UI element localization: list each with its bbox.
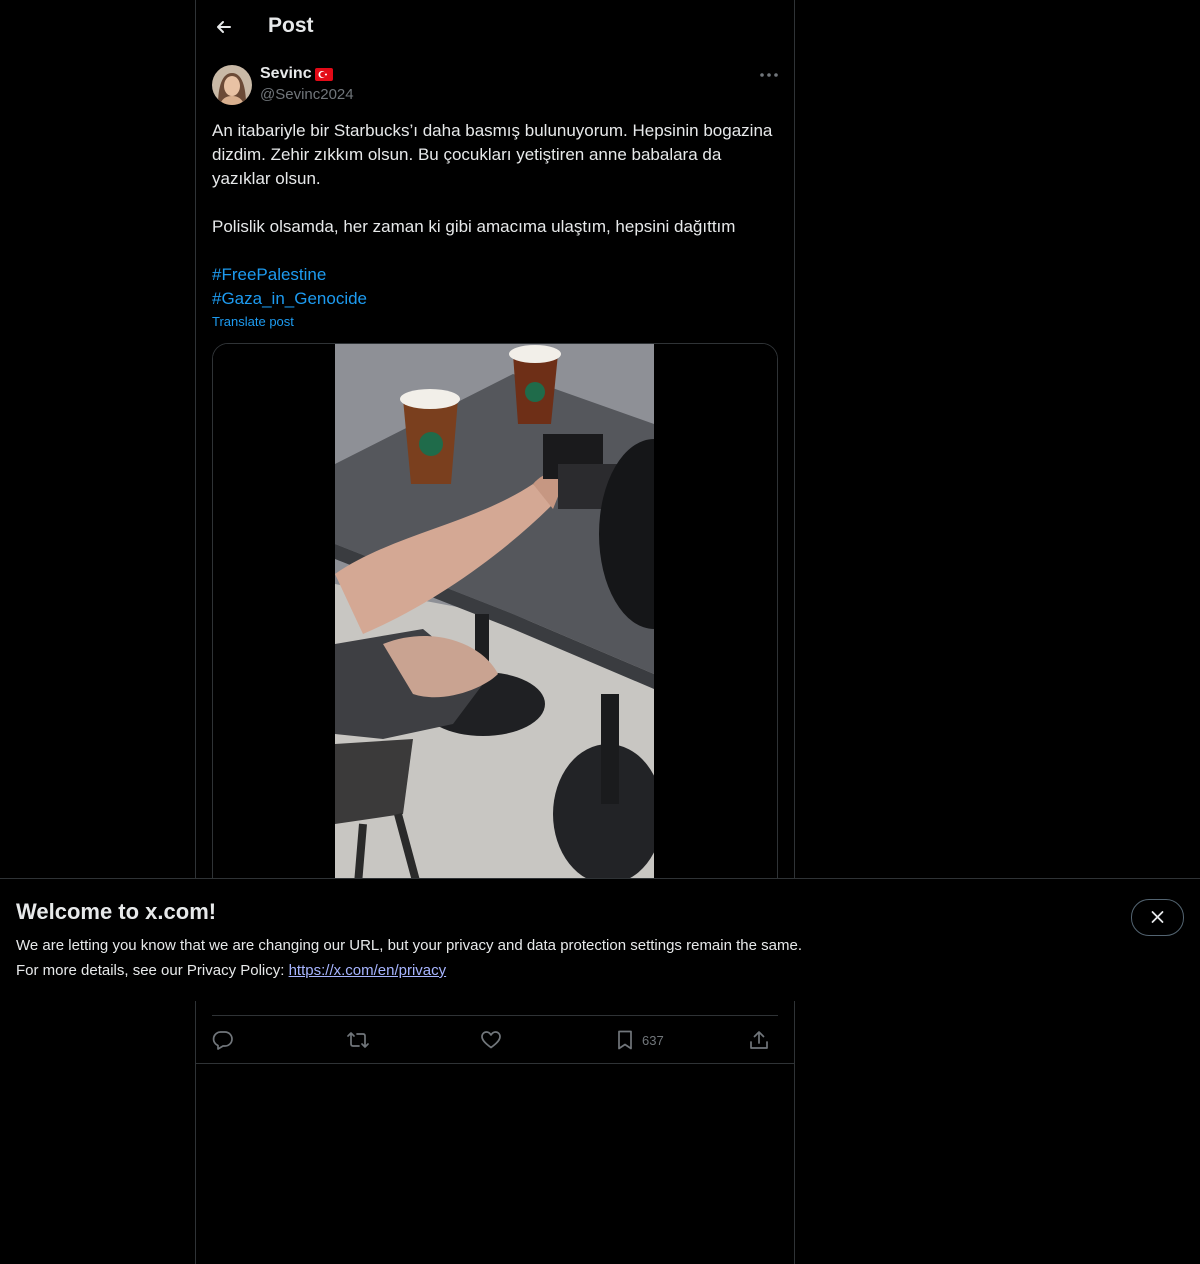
hashtag-link[interactable]: #Gaza_in_Genocide (212, 287, 778, 311)
bookmark-button[interactable]: 637 (614, 1028, 664, 1052)
heart-icon (481, 1031, 501, 1049)
primary-column: Post Sevinc @Sevinc2024 An itabariyle bi… (195, 0, 795, 1264)
banner-text: We are letting you know that we are chan… (16, 933, 802, 983)
avatar-image (212, 65, 252, 105)
reply-button[interactable] (212, 1028, 240, 1052)
like-button[interactable] (480, 1028, 508, 1052)
url-change-banner: Welcome to x.com! We are letting you kno… (0, 878, 1200, 1001)
more-button[interactable] (758, 64, 780, 86)
post-actions: 637 (212, 1015, 778, 1064)
hashtag-link[interactable]: #FreePalestine (212, 263, 778, 287)
author-handle[interactable]: @Sevinc2024 (260, 86, 354, 103)
author-name-text: Sevinc (260, 65, 312, 82)
bookmark-icon (618, 1030, 632, 1050)
repost-icon (347, 1032, 369, 1048)
turkey-flag-icon (314, 67, 333, 81)
close-icon (1151, 911, 1164, 923)
bookmark-count: 637 (642, 1032, 664, 1048)
post-header: Post (196, 0, 794, 54)
divider (196, 1063, 794, 1064)
post-paragraph: Polislik olsamda, her zaman ki gibi amac… (212, 217, 736, 236)
reply-icon (212, 1031, 233, 1050)
author-name[interactable]: Sevinc (260, 65, 333, 83)
close-banner-button[interactable] (1131, 899, 1184, 936)
arrow-left-icon (217, 21, 231, 33)
banner-line: For more details, see our Privacy Policy… (16, 958, 802, 983)
repost-button[interactable] (346, 1028, 376, 1052)
back-button[interactable] (210, 12, 240, 42)
page-title: Post (268, 14, 314, 37)
privacy-policy-link[interactable]: https://x.com/en/privacy (289, 962, 447, 979)
share-icon (750, 1031, 768, 1049)
post-paragraph: An itabariyle bir Starbucks’ı daha basmı… (212, 121, 773, 188)
avatar[interactable] (212, 65, 252, 105)
post-video[interactable] (212, 343, 778, 945)
video-frame (213, 344, 777, 944)
banner-line: We are letting you know that we are chan… (16, 937, 802, 954)
post-text: An itabariyle bir Starbucks’ı daha basmı… (212, 119, 778, 311)
banner-line-prefix: For more details, see our Privacy Policy… (16, 962, 289, 979)
more-horizontal-icon (760, 73, 778, 77)
share-button[interactable] (748, 1028, 770, 1052)
translate-post-link[interactable]: Translate post (212, 314, 294, 329)
banner-title: Welcome to x.com! (16, 899, 217, 924)
